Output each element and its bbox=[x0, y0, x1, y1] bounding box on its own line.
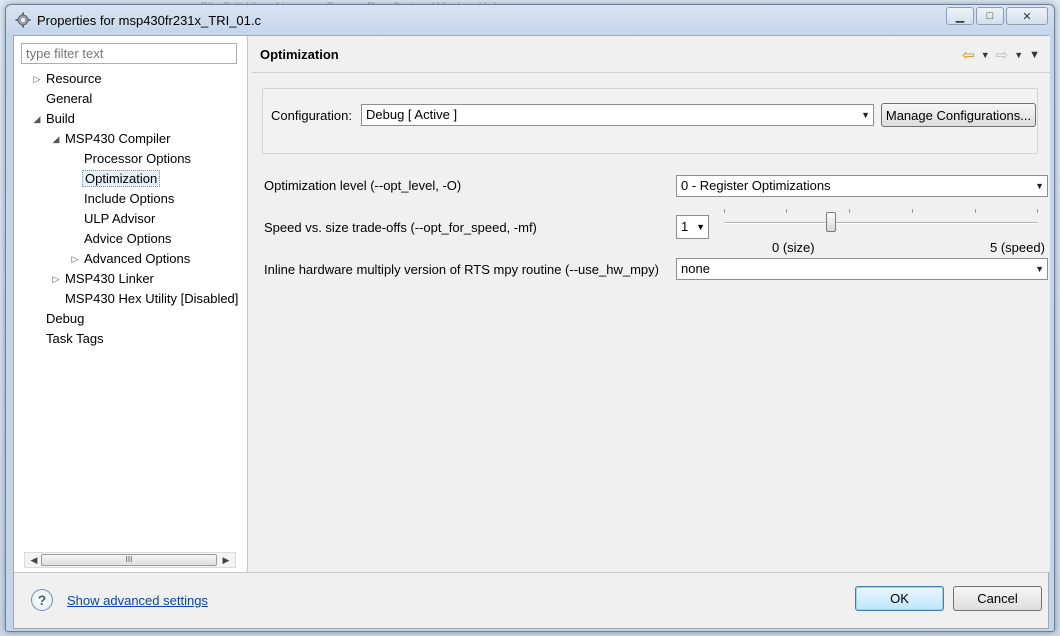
back-history-dropdown-icon[interactable]: ▼ bbox=[981, 50, 990, 60]
speed-size-label: Speed vs. size trade-offs (--opt_for_spe… bbox=[264, 220, 537, 235]
tree-item-label: Optimization bbox=[82, 170, 161, 187]
configuration-select[interactable]: Debug [ Active ] ▼ bbox=[361, 104, 874, 126]
slider-tick bbox=[912, 209, 913, 213]
slider-tick bbox=[1037, 209, 1038, 213]
window-controls: ▁ □ ✕ bbox=[946, 7, 1048, 25]
show-advanced-settings-link[interactable]: Show advanced settings bbox=[67, 593, 208, 608]
tree-item-label: MSP430 Compiler bbox=[65, 131, 171, 146]
tree-item-optimization[interactable]: Optimization bbox=[82, 169, 161, 189]
tree-item-label: MSP430 Hex Utility [Disabled] bbox=[65, 291, 239, 306]
tree-item-label: Resource bbox=[46, 71, 102, 86]
chevron-down-icon: ▼ bbox=[696, 222, 705, 232]
ok-button[interactable]: OK bbox=[855, 586, 944, 611]
configuration-group: Configuration: Debug [ Active ] ▼ Manage… bbox=[262, 88, 1038, 154]
opt-level-value: 0 - Register Optimizations bbox=[681, 178, 831, 193]
cancel-button[interactable]: Cancel bbox=[953, 586, 1042, 611]
slider-max-label: 5 (speed) bbox=[990, 240, 1045, 255]
slider-tick bbox=[724, 209, 725, 213]
tree-item-label: Advanced Options bbox=[84, 251, 191, 266]
forward-arrow-icon[interactable]: ⇨ bbox=[996, 46, 1009, 64]
title-bar[interactable]: Properties for msp430fr231x_TRI_01.c ▁ □… bbox=[6, 5, 1054, 35]
filter-input[interactable] bbox=[21, 43, 237, 64]
hw-mpy-value: none bbox=[681, 261, 710, 276]
slider-tick bbox=[975, 209, 976, 213]
tree-item-label: Processor Options bbox=[84, 151, 191, 166]
help-icon[interactable]: ? bbox=[31, 589, 53, 611]
scrollbar-thumb[interactable]: III bbox=[41, 554, 217, 566]
speed-size-slider-thumb[interactable] bbox=[826, 212, 836, 232]
tree-item-build[interactable]: ◢ Build bbox=[32, 109, 77, 129]
tree-item-label: Advice Options bbox=[84, 231, 172, 246]
speed-size-select[interactable]: 1 ▼ bbox=[676, 215, 709, 239]
expand-arrow-icon[interactable]: ▷ bbox=[70, 254, 80, 264]
chevron-down-icon: ▼ bbox=[1035, 181, 1044, 191]
tree-item-processor-options[interactable]: Processor Options bbox=[82, 149, 193, 169]
view-menu-icon[interactable]: ▼ bbox=[1029, 49, 1040, 61]
opt-level-select[interactable]: 0 - Register Optimizations ▼ bbox=[676, 175, 1048, 197]
forward-history-dropdown-icon[interactable]: ▼ bbox=[1014, 50, 1023, 60]
property-page: Optimization ⇦ ▼ ⇨ ▼ ▼ Configuration: De… bbox=[252, 36, 1050, 572]
slider-min-label: 0 (size) bbox=[772, 240, 815, 255]
tree-item-ulp-advisor[interactable]: ULP Advisor bbox=[82, 209, 157, 229]
configuration-value: Debug [ Active ] bbox=[366, 107, 458, 122]
manage-configurations-button[interactable]: Manage Configurations... bbox=[881, 103, 1036, 127]
speed-size-slider-track[interactable] bbox=[724, 222, 1038, 224]
tree-item-task-tags[interactable]: Task Tags bbox=[44, 329, 106, 349]
tree-item-advanced-options[interactable]: ▷ Advanced Options bbox=[70, 249, 192, 269]
page-title: Optimization bbox=[260, 47, 339, 62]
properties-dialog: Properties for msp430fr231x_TRI_01.c ▁ □… bbox=[5, 4, 1055, 632]
page-navigation: ⇦ ▼ ⇨ ▼ ▼ bbox=[962, 46, 1040, 64]
property-tree-panel: ▷ Resource General ◢ Build ◢ MSP430 Comp… bbox=[14, 36, 248, 572]
window-title: Properties for msp430fr231x_TRI_01.c bbox=[37, 12, 261, 28]
chevron-down-icon: ▼ bbox=[861, 110, 870, 120]
expand-arrow-icon[interactable]: ▷ bbox=[51, 274, 61, 284]
scroll-right-icon[interactable]: ▶ bbox=[219, 554, 233, 566]
tree-item-label: Build bbox=[46, 111, 75, 126]
chevron-down-icon: ▼ bbox=[1035, 264, 1044, 274]
collapse-arrow-icon[interactable]: ◢ bbox=[51, 134, 61, 144]
button-bar-divider bbox=[14, 572, 1050, 573]
tree-item-label: Include Options bbox=[84, 191, 175, 206]
collapse-arrow-icon[interactable]: ◢ bbox=[32, 114, 42, 124]
tree-item-advice-options[interactable]: Advice Options bbox=[82, 229, 173, 249]
tree-item-label: Debug bbox=[46, 311, 85, 326]
slider-tick bbox=[786, 209, 787, 213]
dialog-client-area: ▷ Resource General ◢ Build ◢ MSP430 Comp… bbox=[13, 35, 1050, 629]
tree-item-resource[interactable]: ▷ Resource bbox=[32, 69, 104, 89]
maximize-button[interactable]: □ bbox=[976, 7, 1004, 25]
tree-item-label: General bbox=[46, 91, 93, 106]
tree-horizontal-scrollbar[interactable]: ◀ III ▶ bbox=[24, 552, 236, 568]
title-divider bbox=[252, 72, 1050, 73]
opt-level-label: Optimization level (--opt_level, -O) bbox=[264, 178, 462, 193]
tree-item-debug[interactable]: Debug bbox=[44, 309, 86, 329]
hw-mpy-label: Inline hardware multiply version of RTS … bbox=[264, 262, 659, 277]
tree-item-label: MSP430 Linker bbox=[65, 271, 154, 286]
tree-item-general[interactable]: General bbox=[44, 89, 94, 109]
scroll-left-icon[interactable]: ◀ bbox=[27, 554, 41, 566]
tree-item-label: Task Tags bbox=[46, 331, 104, 346]
speed-size-value: 1 bbox=[681, 219, 689, 234]
tree-item-msp430-linker[interactable]: ▷ MSP430 Linker bbox=[51, 269, 156, 289]
tree-item-msp430-hex-utility[interactable]: MSP430 Hex Utility [Disabled] bbox=[63, 289, 248, 309]
back-arrow-icon[interactable]: ⇦ bbox=[962, 46, 975, 64]
configuration-label: Configuration: bbox=[271, 108, 352, 123]
minimize-button[interactable]: ▁ bbox=[946, 7, 974, 25]
tree-item-label: ULP Advisor bbox=[84, 211, 156, 226]
slider-tick bbox=[849, 209, 850, 213]
expand-arrow-icon[interactable]: ▷ bbox=[32, 74, 42, 84]
gear-icon bbox=[15, 12, 31, 28]
tree-item-msp430-compiler[interactable]: ◢ MSP430 Compiler bbox=[51, 129, 173, 149]
hw-mpy-select[interactable]: none ▼ bbox=[676, 258, 1048, 280]
close-button[interactable]: ✕ bbox=[1006, 7, 1048, 25]
tree-item-include-options[interactable]: Include Options bbox=[82, 189, 176, 209]
